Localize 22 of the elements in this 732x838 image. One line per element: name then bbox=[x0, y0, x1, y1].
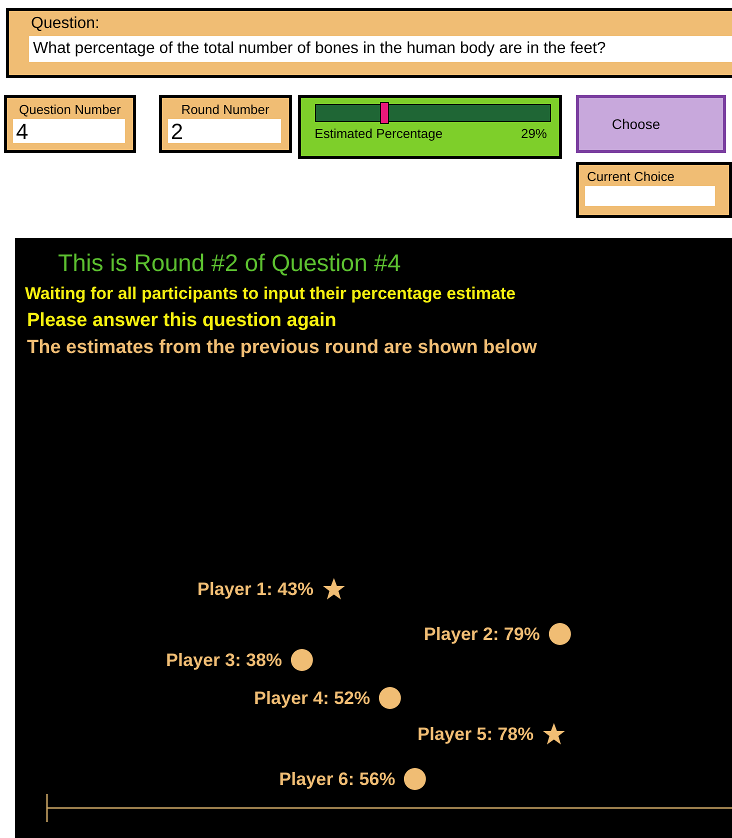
round-number-label: Round Number bbox=[180, 102, 270, 117]
choose-button[interactable]: Choose bbox=[576, 95, 726, 153]
player-estimate: Player 5: 78% bbox=[418, 724, 534, 744]
slider-label: Estimated Percentage bbox=[314, 126, 443, 141]
slider-reading: 29% bbox=[520, 126, 547, 141]
player-estimate: Player 3: 38% bbox=[166, 650, 282, 670]
question-label: Question: bbox=[31, 15, 100, 33]
player-estimate: Player 4: 52% bbox=[254, 688, 370, 708]
note-text: The estimates from the previous round are shown below bbox=[27, 337, 538, 359]
player-estimate: Player 2: 79% bbox=[424, 624, 540, 644]
question-number-label: Question Number bbox=[18, 102, 122, 117]
instruction-text: Please answer this question again bbox=[27, 310, 338, 332]
question-field: What percentage of the total number of bones in the human body are in the feet? bbox=[29, 36, 732, 62]
player-estimate: Player 6: 56% bbox=[279, 768, 396, 790]
status-text: Waiting for all participants to input their percentage estimate bbox=[25, 284, 517, 304]
question-number-field: 4 bbox=[13, 119, 125, 143]
slider-track[interactable] bbox=[314, 104, 551, 122]
slider-thumb[interactable] bbox=[380, 102, 389, 124]
current-choice-label: Current Choice bbox=[587, 169, 676, 184]
player-estimate: Player 1: 43% bbox=[197, 578, 314, 600]
round-number-field: 2 bbox=[168, 119, 281, 143]
round-heading: This is Round #2 of Question #4 bbox=[58, 250, 402, 278]
